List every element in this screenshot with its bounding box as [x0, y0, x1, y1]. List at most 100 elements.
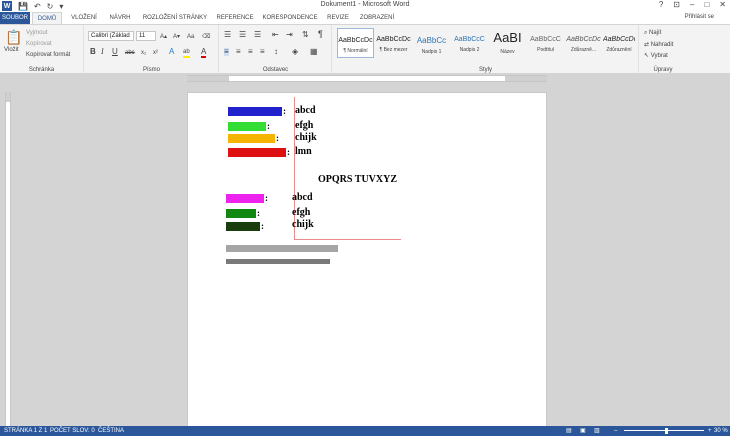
paste-button[interactable]: Vložit	[4, 47, 19, 53]
print-layout-icon[interactable]: ▣	[580, 426, 586, 436]
read-mode-icon[interactable]: ▤	[566, 426, 572, 436]
style-name: Zdůrazně...	[570, 47, 597, 53]
select-button[interactable]: ↖ Vybrat	[644, 52, 668, 59]
bold-button[interactable]: B	[90, 48, 96, 56]
page-count[interactable]: STRÁNKA 1 Z 1	[4, 426, 47, 436]
paragraph-group-label: Odstavec	[262, 67, 289, 73]
style-normal[interactable]: AaBbCcDc ¶ Normální	[337, 28, 374, 58]
color-bar-forest	[226, 222, 260, 231]
status-bar: STRÁNKA 1 Z 1 POČET SLOV: 0 ČEŠTINA ▤ ▣ …	[0, 426, 730, 436]
clear-formatting-icon[interactable]: ⌫	[202, 33, 210, 41]
borders-icon[interactable]: ▦	[310, 48, 318, 56]
tab-file[interactable]: SOUBOR	[0, 12, 30, 24]
text-effects-icon[interactable]: A	[169, 48, 174, 56]
underline-button[interactable]: U	[112, 48, 118, 56]
style-subtle-emphasis[interactable]: AaBbCcDc Zdůrazně...	[565, 28, 602, 58]
ruler-left-margin	[187, 76, 229, 81]
tab-design[interactable]: NÁVRH	[106, 12, 134, 24]
line-spacing-icon[interactable]: ↕	[274, 48, 278, 56]
show-formatting-icon[interactable]: ¶	[318, 30, 323, 39]
help-icon[interactable]: ?	[659, 0, 663, 9]
close-button[interactable]: ✕	[719, 0, 726, 9]
style-no-spacing[interactable]: AaBbCcDc ¶ Bez mezer	[375, 28, 412, 58]
minimize-button[interactable]: –	[690, 0, 694, 9]
tab-layout[interactable]: ROZLOŽENÍ STRÁNKY	[140, 12, 210, 24]
style-sample: AaBbCcDc	[338, 37, 373, 44]
paragraph-group: ☰ ☰ ☰ ⇤ ⇥ ⇅ ¶ ≡ ≡ ≡ ≡ ↕ ◈ ▦ Odstavec	[220, 25, 332, 74]
vertical-ruler[interactable]	[5, 92, 11, 428]
style-sample: AaBbCcC	[530, 36, 561, 43]
style-emphasis[interactable]: AaBbCcDc Zdůraznění	[603, 28, 635, 58]
text-boundary-horizontal	[294, 239, 401, 240]
colon: :	[276, 133, 279, 143]
highlight-color-icon[interactable]: ab	[183, 48, 190, 58]
horizontal-ruler[interactable]	[187, 75, 547, 82]
style-name: Nadpis 1	[421, 49, 442, 55]
zoom-level[interactable]: 30 %	[714, 426, 728, 436]
decrease-indent-icon[interactable]: ⇤	[272, 31, 279, 39]
style-heading-2[interactable]: AaBbCcC Nadpis 2	[451, 28, 488, 58]
shrink-font-icon[interactable]: A▾	[173, 33, 180, 41]
tab-mailings[interactable]: KORESPONDENCE	[260, 12, 320, 24]
color-bar-magenta	[226, 194, 264, 203]
replace-button[interactable]: ⇄ Nahradit	[644, 41, 673, 48]
paste-icon[interactable]: 📋	[5, 30, 22, 44]
bullets-icon[interactable]: ☰	[224, 31, 231, 39]
colon: :	[261, 221, 264, 231]
clipboard-group: 📋 Vložit Vyjmout Kopírovat Kopírovat for…	[0, 25, 84, 74]
restore-button[interactable]: □	[704, 0, 709, 9]
zoom-out-button[interactable]: –	[614, 426, 617, 436]
sort-icon[interactable]: ⇅	[302, 31, 309, 39]
align-left-icon[interactable]: ≡	[224, 48, 229, 56]
sign-in-link[interactable]: Přihlásit se	[685, 14, 714, 20]
style-subtitle[interactable]: AaBbCcC Podtitul	[527, 28, 564, 58]
document-page[interactable]: : abcd : efgh : chijk : lmn OPQRS TUVXYZ…	[187, 92, 547, 428]
change-case-icon[interactable]: Aa	[187, 33, 194, 41]
style-sample: AaBbCcDc	[566, 36, 601, 43]
numbering-icon[interactable]: ☰	[239, 31, 246, 39]
style-heading-1[interactable]: AaBbCc Nadpis 1	[413, 28, 450, 58]
tab-review[interactable]: REVIZE	[324, 12, 352, 24]
strikethrough-button[interactable]: abc	[125, 49, 135, 57]
row-word: chijk	[292, 219, 314, 230]
language-indicator[interactable]: ČEŠTINA	[98, 426, 124, 436]
find-button[interactable]: ⌕ Najít	[644, 30, 661, 37]
justify-icon[interactable]: ≡	[260, 48, 265, 56]
cut-button[interactable]: Vyjmout	[26, 30, 47, 36]
clipboard-group-label: Schránka	[28, 67, 55, 73]
align-center-icon[interactable]: ≡	[236, 48, 241, 56]
replace-label: Nahradit	[650, 42, 674, 48]
zoom-slider-handle[interactable]	[665, 428, 668, 434]
style-title[interactable]: AaBI Název	[489, 28, 526, 58]
align-right-icon[interactable]: ≡	[248, 48, 253, 56]
increase-indent-icon[interactable]: ⇥	[286, 31, 293, 39]
shading-icon[interactable]: ◈	[292, 48, 298, 56]
grow-font-icon[interactable]: A▴	[160, 33, 167, 41]
font-name-select[interactable]: Calibri (Základ	[88, 31, 134, 41]
superscript-button[interactable]: x²	[153, 49, 158, 57]
zoom-in-button[interactable]: +	[708, 426, 712, 436]
tab-home[interactable]: DOMŮ	[32, 12, 62, 24]
style-sample: AaBbCc	[416, 36, 447, 45]
copy-button[interactable]: Kopírovat	[26, 41, 52, 47]
tab-insert[interactable]: VLOŽENÍ	[66, 12, 102, 24]
colon: :	[265, 193, 268, 203]
color-bar-blue	[228, 107, 282, 116]
italic-button[interactable]: I	[101, 48, 104, 56]
font-group: Calibri (Základ 11 A▴ A▾ Aa ⌫ B I U abc …	[85, 25, 219, 74]
tab-references[interactable]: REFERENCE	[214, 12, 256, 24]
zoom-slider[interactable]	[624, 430, 704, 431]
row-word: abcd	[292, 192, 313, 203]
styles-group: AaBbCcDc ¶ Normální AaBbCcDc ¶ Bez mezer…	[333, 25, 639, 74]
word-count[interactable]: POČET SLOV: 0	[50, 426, 95, 436]
colon: :	[287, 147, 290, 157]
tab-view[interactable]: ZOBRAZENÍ	[356, 12, 398, 24]
subscript-button[interactable]: x₂	[141, 49, 146, 57]
format-painter-button[interactable]: Kopírovat formát	[26, 52, 70, 58]
ribbon-options-icon[interactable]: ⊡	[673, 0, 680, 9]
multilevel-list-icon[interactable]: ☰	[254, 31, 261, 39]
font-size-select[interactable]: 11	[136, 31, 156, 41]
web-layout-icon[interactable]: ▥	[594, 426, 600, 436]
style-sample: AaBbCcDc	[603, 36, 635, 43]
font-color-icon[interactable]: A	[201, 48, 207, 58]
